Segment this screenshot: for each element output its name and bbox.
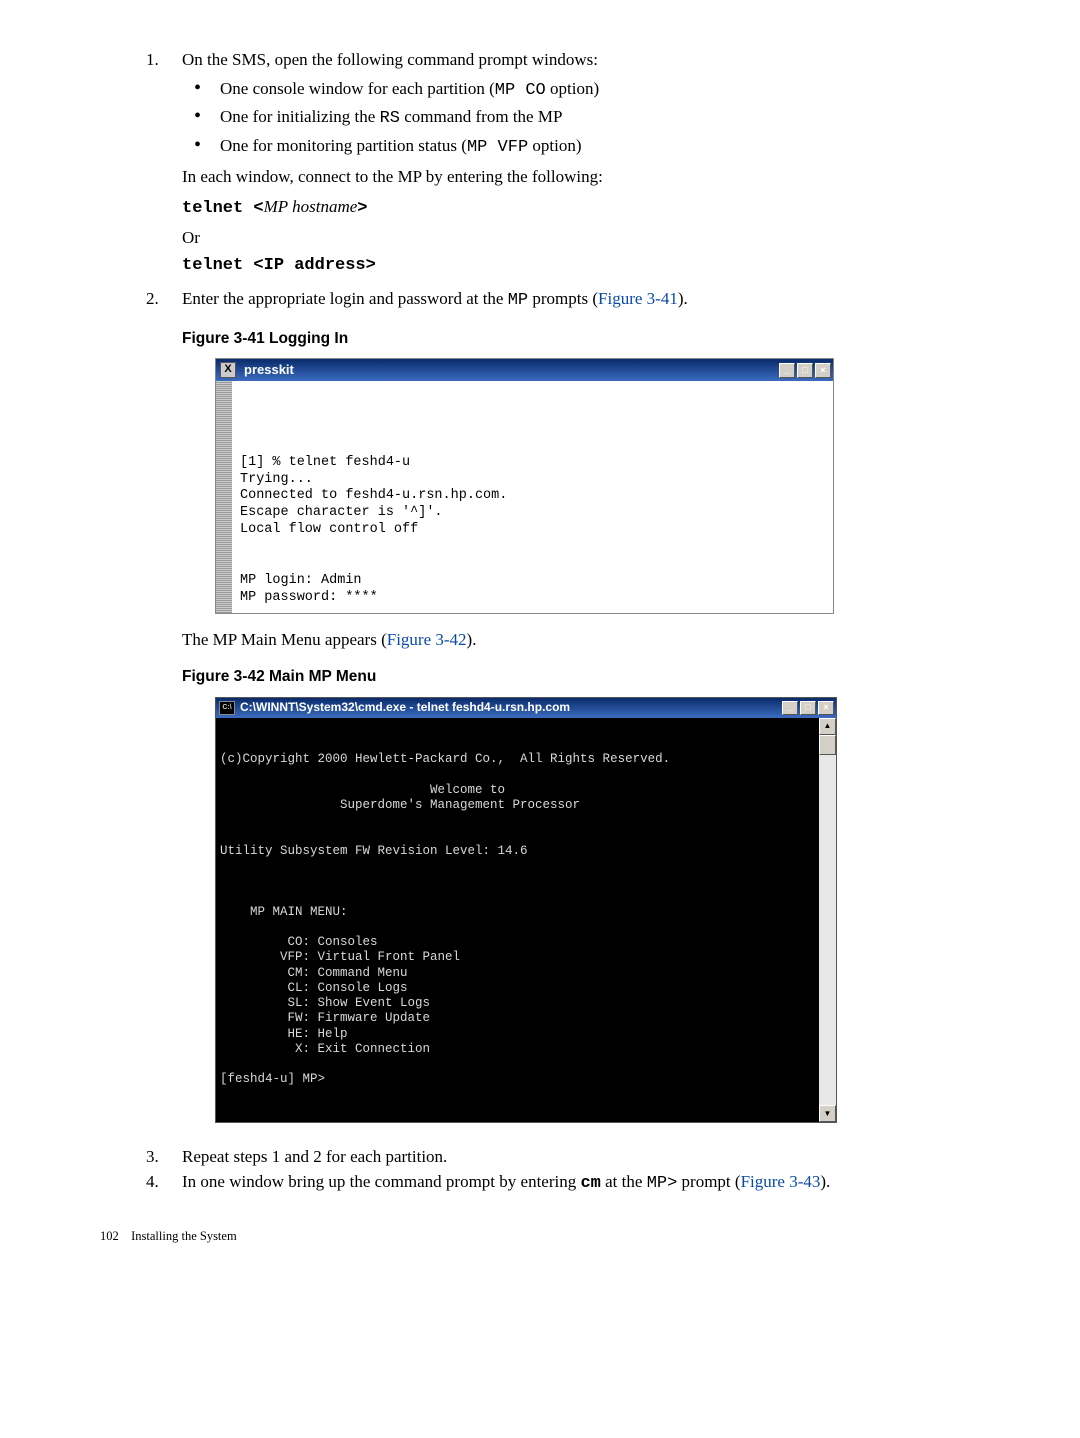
maximize-button[interactable]: □ — [800, 701, 816, 715]
bullet-item: One for monitoring partition status (MP … — [182, 134, 1020, 161]
footer-title: Installing the System — [131, 1229, 237, 1243]
cmd-icon[interactable]: C:\ — [219, 701, 235, 715]
scroll-thumb[interactable] — [819, 735, 836, 755]
step-number: 4. — [146, 1170, 159, 1195]
minimize-button[interactable]: _ — [782, 701, 798, 715]
window-presskit: X presskit _ □ × [1] % telnet feshd4-u T… — [215, 358, 834, 613]
command-line: telnet <IP address> — [182, 254, 1020, 279]
bullet-item: One console window for each partition (M… — [182, 77, 1020, 104]
figure-caption: Figure 3-42 Main MP Menu — [182, 666, 1020, 688]
terminal-output[interactable]: (c)Copyright 2000 Hewlett-Packard Co., A… — [216, 718, 819, 1123]
maximize-button[interactable]: □ — [797, 363, 813, 378]
step-text: In each window, connect to the MP by ent… — [182, 165, 1020, 190]
page-footer: 102 Installing the System — [100, 1227, 1020, 1245]
window-body: [1] % telnet feshd4-u Trying... Connecte… — [216, 381, 833, 612]
figure-image-1: X presskit _ □ × [1] % telnet feshd4-u T… — [215, 358, 1020, 613]
step-text: On the SMS, open the following command p… — [182, 50, 598, 69]
scrollbar[interactable]: ▲ ▼ — [819, 718, 836, 1123]
terminal-output[interactable]: [1] % telnet feshd4-u Trying... Connecte… — [232, 381, 833, 612]
step-number: 2. — [146, 287, 159, 312]
title-bar: X presskit _ □ × — [216, 359, 833, 381]
instruction-list-top: 1. On the SMS, open the following comman… — [100, 48, 1020, 314]
window-title: presskit — [240, 361, 779, 380]
bullet-list: One console window for each partition (M… — [182, 77, 1020, 161]
figure-image-2: C:\ C:\WINNT\System32\cmd.exe - telnet f… — [215, 697, 1020, 1124]
figure-link[interactable]: Figure 3-42 — [387, 630, 467, 649]
page-number: 102 — [100, 1227, 128, 1245]
scroll-track[interactable] — [819, 735, 836, 1106]
step-3: 3. Repeat steps 1 and 2 for each partiti… — [100, 1145, 1020, 1170]
scrollbar-grip[interactable] — [216, 381, 232, 612]
step-4: 4. In one window bring up the command pr… — [100, 1170, 1020, 1197]
figure-caption: Figure 3-41 Logging In — [182, 328, 1020, 350]
instruction-list-bottom: 3. Repeat steps 1 and 2 for each partiti… — [100, 1145, 1020, 1196]
step-number: 3. — [146, 1145, 159, 1170]
figure-link[interactable]: Figure 3-43 — [741, 1172, 821, 1191]
window-controls: _ □ × — [782, 701, 836, 715]
paragraph: The MP Main Menu appears (Figure 3-42). — [182, 628, 1020, 653]
figure-link[interactable]: Figure 3-41 — [598, 289, 678, 308]
window-title: C:\WINNT\System32\cmd.exe - telnet feshd… — [238, 699, 782, 716]
command-line: telnet <MP hostname> — [182, 195, 1020, 222]
window-cmd: C:\ C:\WINNT\System32\cmd.exe - telnet f… — [215, 697, 837, 1124]
scroll-down-button[interactable]: ▼ — [819, 1105, 836, 1122]
step-1: 1. On the SMS, open the following comman… — [100, 48, 1020, 279]
window-controls: _ □ × — [779, 363, 833, 378]
step-text: Repeat steps 1 and 2 for each partition. — [182, 1147, 447, 1166]
title-bar: C:\ C:\WINNT\System32\cmd.exe - telnet f… — [216, 698, 836, 718]
bullet-item: One for initializing the RS command from… — [182, 105, 1020, 132]
step-number: 1. — [146, 48, 159, 73]
system-menu-icon[interactable]: X — [220, 362, 236, 378]
or-text: Or — [182, 226, 1020, 251]
step-2: 2. Enter the appropriate login and passw… — [100, 287, 1020, 314]
window-body: (c)Copyright 2000 Hewlett-Packard Co., A… — [216, 718, 836, 1123]
minimize-button[interactable]: _ — [779, 363, 795, 378]
scroll-up-button[interactable]: ▲ — [819, 718, 836, 735]
close-button[interactable]: × — [818, 701, 834, 715]
close-button[interactable]: × — [815, 363, 831, 378]
